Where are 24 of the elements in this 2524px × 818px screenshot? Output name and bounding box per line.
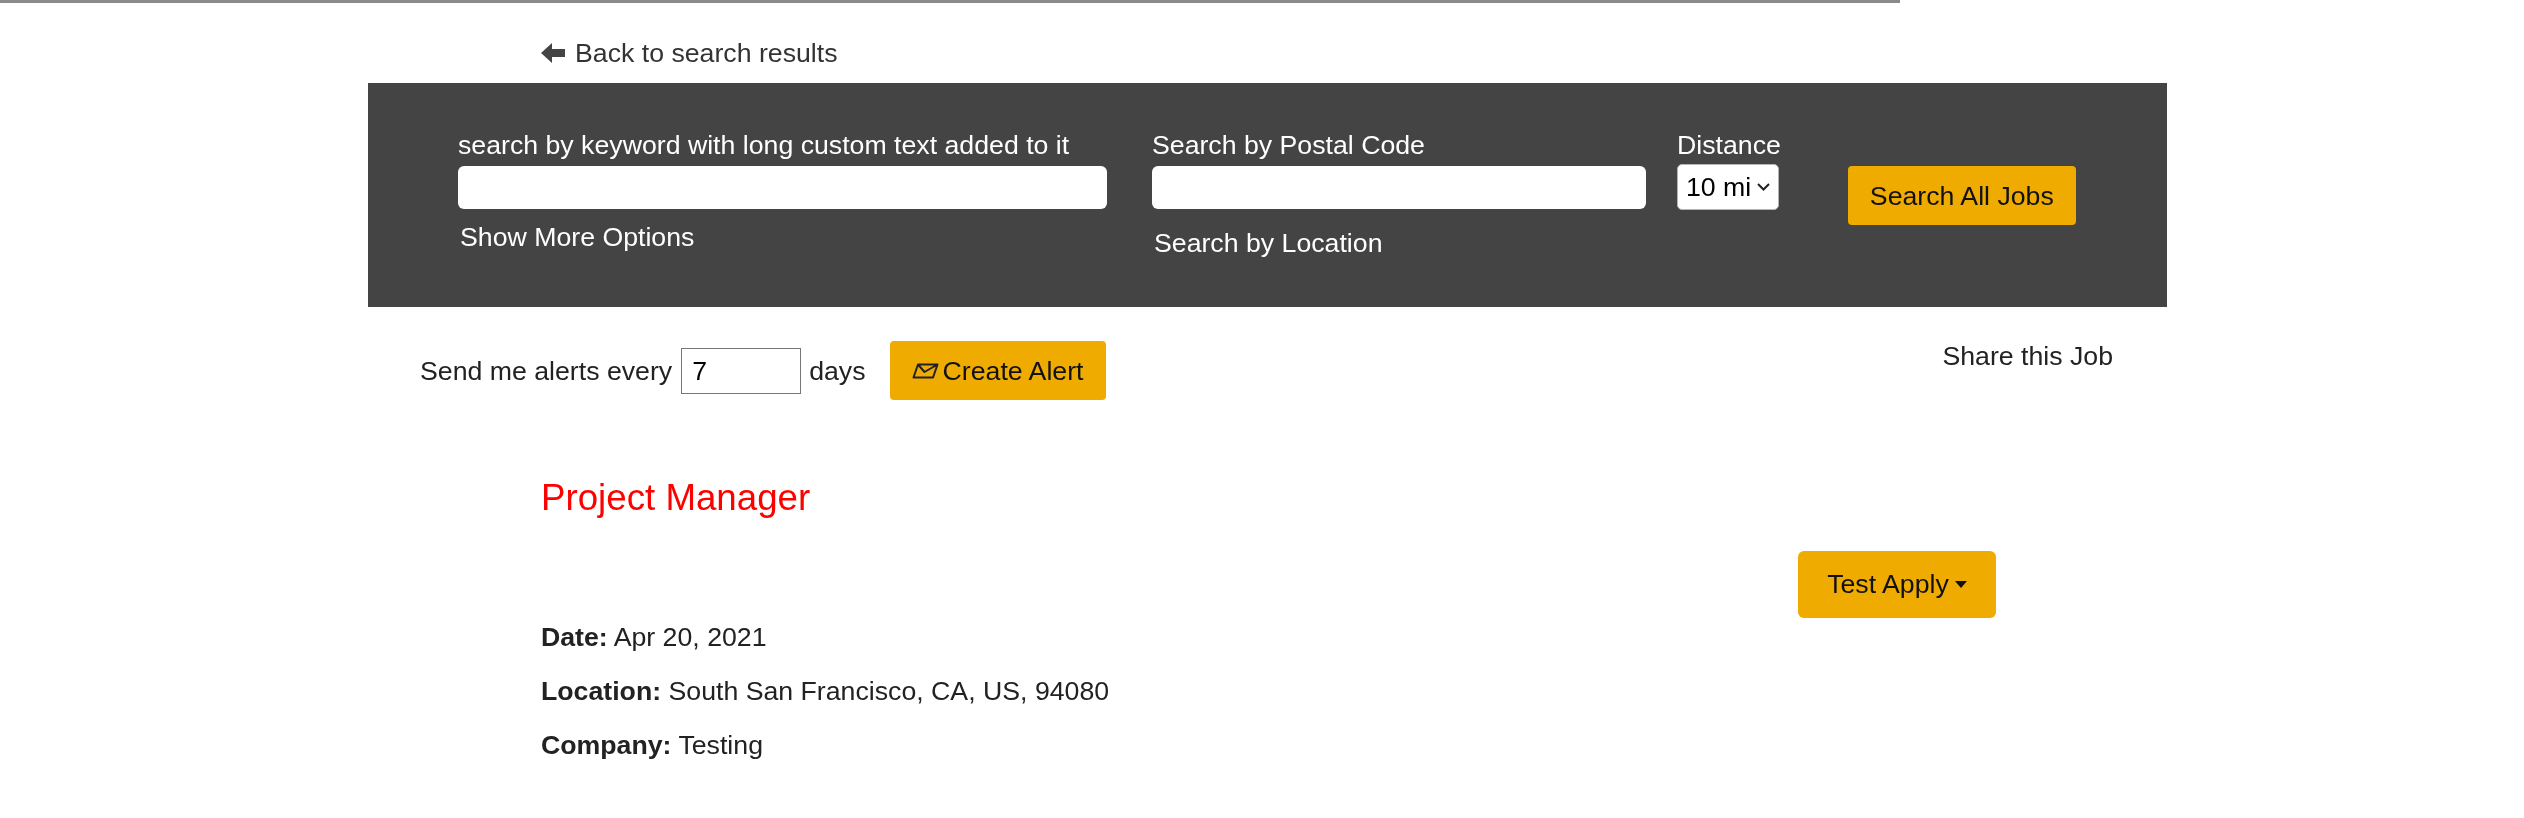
job-detail-line: Date: Apr 20, 2021 xyxy=(541,622,767,652)
keyword-input[interactable] xyxy=(458,166,1107,209)
days-label: days xyxy=(809,355,866,386)
keyword-label: search by keyword with long custom text added to it xyxy=(458,130,1070,160)
alert-interval-field[interactable]: 7 xyxy=(681,347,802,394)
search-by-location-link[interactable]: Search by Location xyxy=(1154,228,1383,258)
job-title: Project Manager xyxy=(541,476,811,520)
alert-frequency-label: Send me alerts every xyxy=(420,355,673,386)
test-apply-button[interactable]: Test Apply xyxy=(1798,551,1996,618)
postal-code-input[interactable] xyxy=(1152,166,1646,209)
envelope-icon xyxy=(911,362,939,379)
postal-code-label: Search by Postal Code xyxy=(1152,130,1425,160)
distance-select[interactable]: 10 mi xyxy=(1677,164,1779,210)
show-more-options-link[interactable]: Show More Options xyxy=(460,222,695,252)
search-all-jobs-button[interactable]: Search All Jobs xyxy=(1847,166,2076,225)
job-detail-line: Company: Testing xyxy=(541,730,763,760)
arrow-left-icon xyxy=(541,43,565,63)
back-link[interactable]: Back to search results xyxy=(541,37,838,69)
job-detail-line: Location: South San Francisco, CA, US, 94080 xyxy=(541,676,1110,706)
caret-down-icon xyxy=(1954,581,1967,588)
chevron-down-icon xyxy=(1757,183,1771,191)
distance-label: Distance xyxy=(1677,130,1781,160)
create-alert-button[interactable]: Create Alert xyxy=(889,341,1106,400)
share-job-link[interactable]: Share this Job xyxy=(1942,341,2113,371)
